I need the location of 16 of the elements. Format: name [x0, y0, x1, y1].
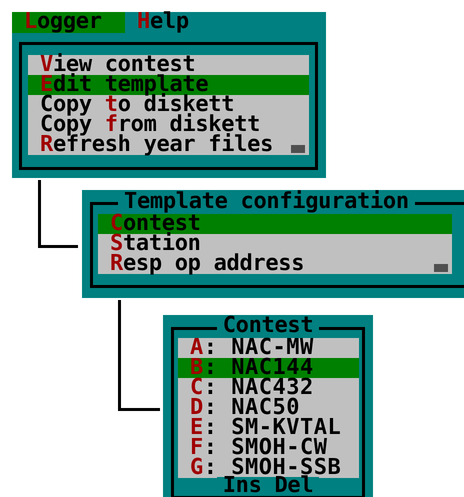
dialog-title: Template configuration — [124, 189, 409, 214]
scroll-thumb[interactable] — [291, 145, 305, 153]
dialog-footer: Ins Del — [216, 477, 320, 495]
menu-item[interactable]: E: SM-KVTAL — [178, 418, 359, 438]
menu-bar-item[interactable]: Help — [125, 12, 238, 33]
menu-item[interactable]: C: NAC432 — [178, 378, 359, 398]
scroll-thumb[interactable] — [434, 264, 448, 272]
menu-item[interactable]: Edit template — [28, 75, 309, 95]
menu-item[interactable]: B: NAC144 — [178, 358, 359, 378]
menu-item[interactable]: Resp op address — [98, 254, 452, 274]
menu-item[interactable]: Refresh year files — [28, 135, 309, 155]
menu-item[interactable]: Station — [98, 234, 452, 254]
menu-item[interactable]: F: SMOH-CW — [178, 438, 359, 458]
menu-item[interactable]: D: NAC50 — [178, 398, 359, 418]
menu-bar-item[interactable]: Logger — [12, 12, 125, 33]
menu-item[interactable]: A: NAC-MW — [178, 338, 359, 358]
